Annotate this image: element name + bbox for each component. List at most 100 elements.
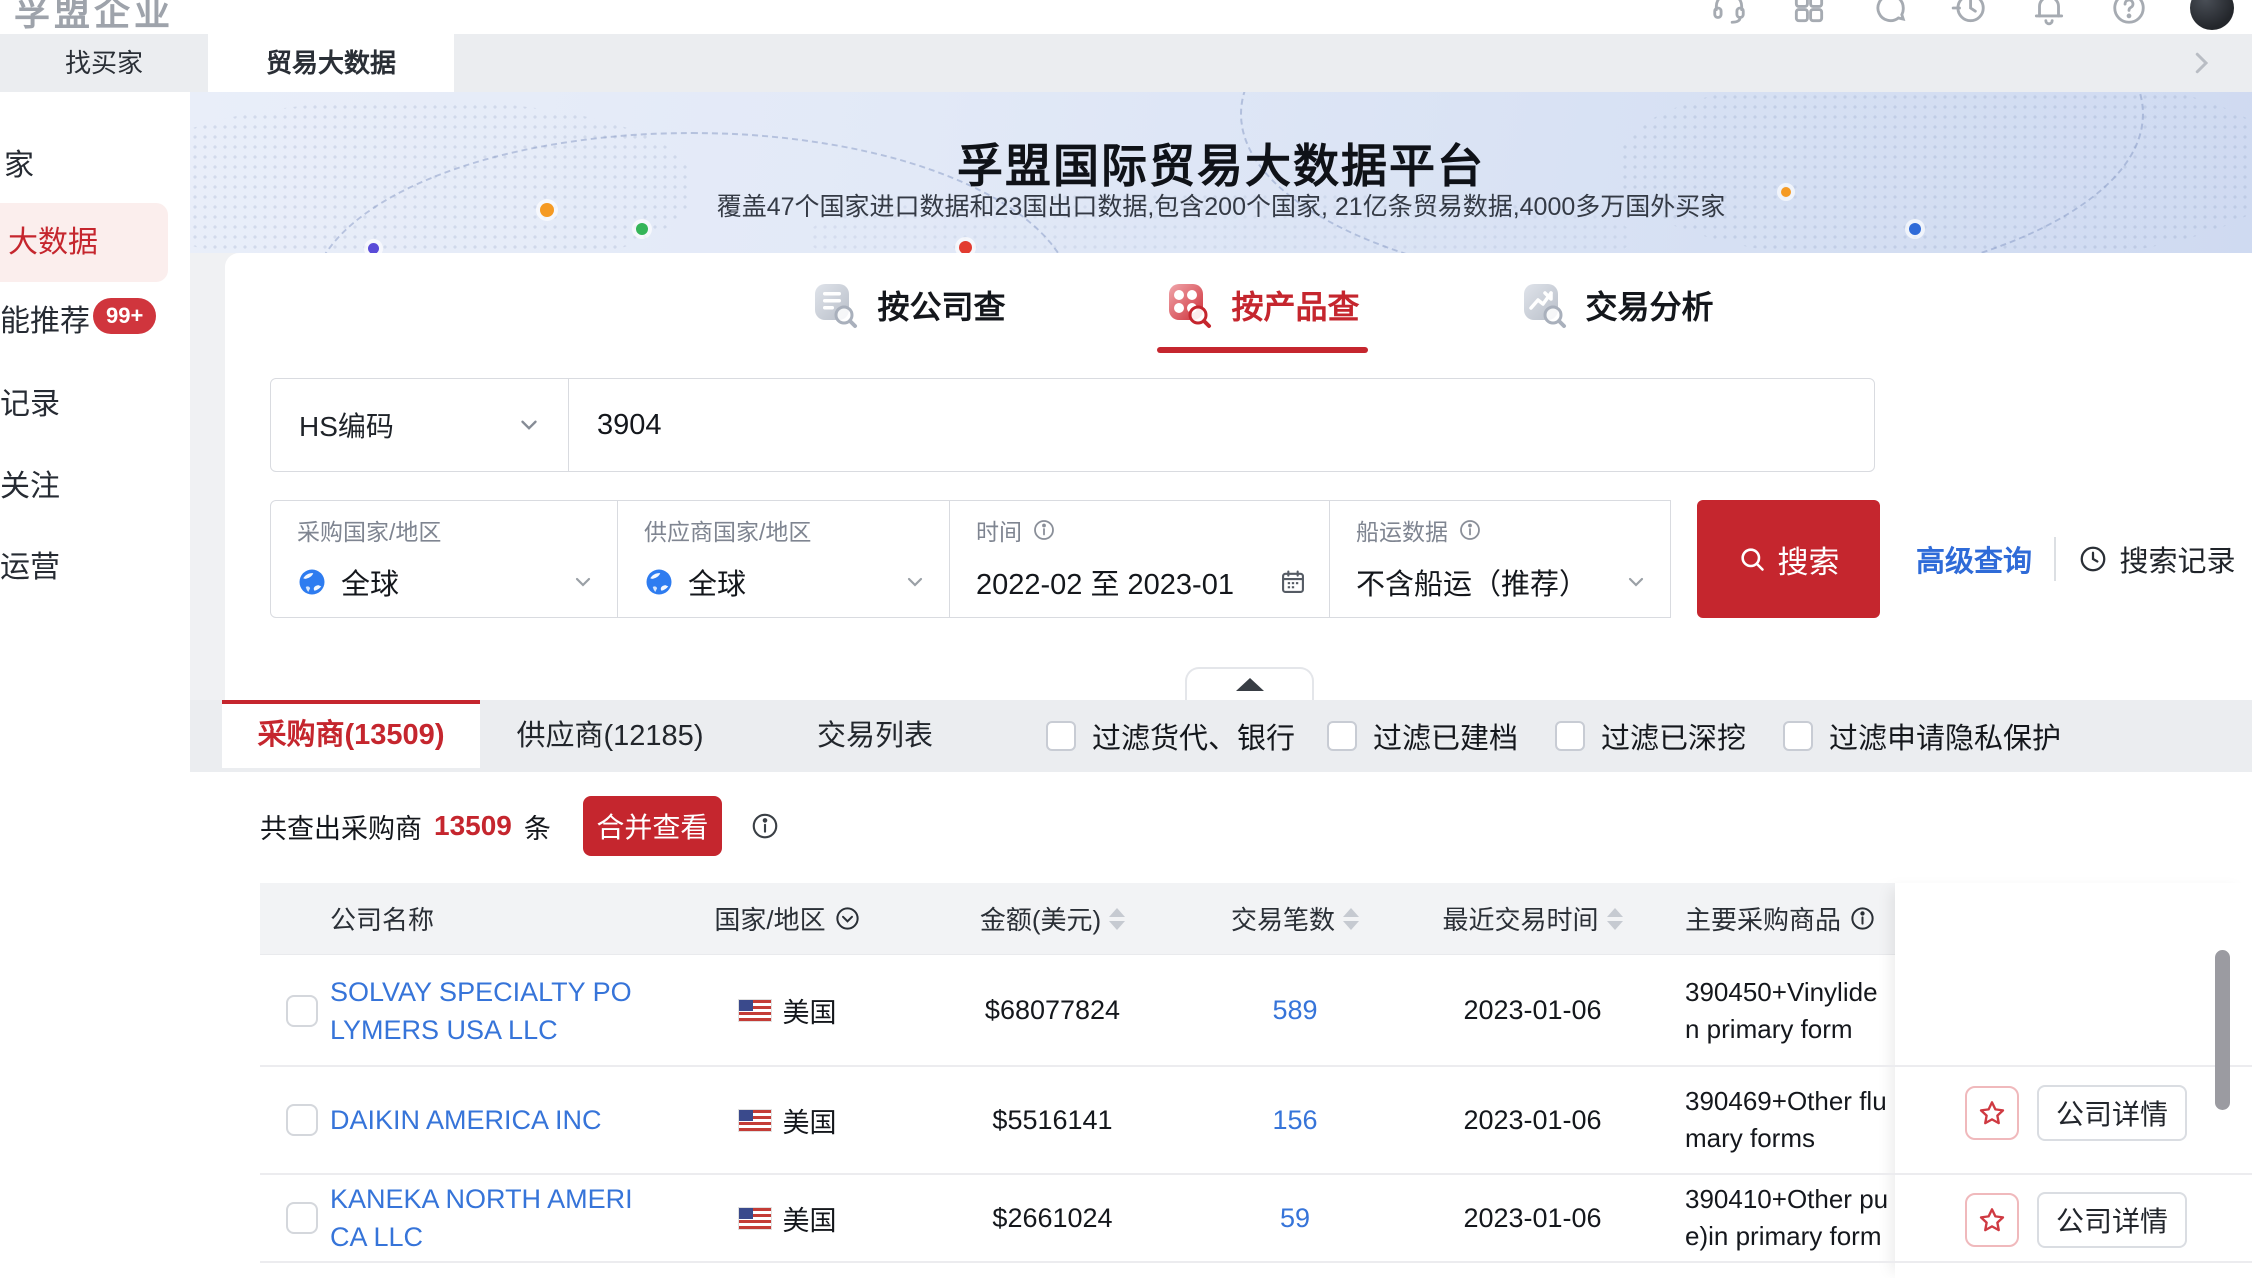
sidebar-item-buyers[interactable]: 家 [4,144,190,188]
search-panel: 按公司查 按产品查 交易分析 HS编码 采购国家/地区 [225,253,2252,700]
hs-code-label: HS编码 [299,405,394,445]
globe-icon [297,567,327,597]
checkbox[interactable] [1555,721,1585,751]
company-detail-button[interactable]: 公司详情 [2037,1085,2187,1141]
help-icon[interactable] [2110,0,2148,27]
favorite-star-button[interactable] [1965,1193,2019,1247]
sidebar: 家 大数据 能推荐 99+ 记录 关注 运营 [0,92,190,1278]
sidebar-item-records[interactable]: 记录 [0,383,190,427]
amount-cell: $5516141 [992,1105,1112,1135]
info-icon[interactable] [1458,518,1482,542]
tab-buyers-results[interactable]: 采购商(13509) [222,700,480,768]
tab-suppliers-results[interactable]: 供应商(12185) [510,700,710,772]
filter-label: 供应商国家/地区 [644,513,811,547]
chevron-down-icon [516,412,542,438]
country-cell: 美国 [739,1101,837,1140]
search-filter-row: 采购国家/地区 全球 供应商国家/地区 全球 时间 [270,500,2236,618]
hs-code-search-row: HS编码 [270,378,1875,472]
page: { "topbar": { "logo": "孚盟企业" }, "tabstri… [0,0,2252,1278]
sidebar-item-follow[interactable]: 关注 [0,465,190,509]
collapse-panel-button[interactable] [1185,667,1314,700]
info-icon[interactable] [1849,905,1876,932]
apps-grid-icon[interactable] [1790,0,1828,27]
topbar: 孚盟企业 [0,0,2252,34]
search-button-label: 搜索 [1778,537,1840,582]
calendar-icon [1279,568,1307,596]
row-checkbox[interactable] [286,995,318,1027]
hs-code-type-select[interactable]: HS编码 [271,379,569,471]
row-checkbox[interactable] [286,1202,318,1234]
row-divider [260,1173,2252,1175]
chat-icon[interactable] [1870,0,1908,27]
active-tab-underline [1157,347,1367,353]
last-trade-date-cell: 2023-01-06 [1463,1203,1601,1233]
checkbox-label: 过滤申请隐私保护 [1829,715,2061,757]
checkbox[interactable] [1327,721,1357,751]
shipping-data-select[interactable]: 船运数据 不含船运（推荐） [1330,500,1671,618]
filter-deep-mined: 过滤已深挖 [1555,700,1746,772]
hs-code-input[interactable] [569,379,1874,471]
sidebar-item-bigdata[interactable]: 大数据 [8,221,190,265]
country-name: 美国 [783,991,837,1030]
info-icon[interactable] [750,811,780,841]
country-name: 美国 [783,1199,837,1238]
tab-search-by-company[interactable]: 按公司查 [811,281,1005,329]
sort-amount[interactable] [1109,908,1125,930]
search-history-link[interactable]: 搜索记录 [2078,538,2236,580]
favorite-star-button[interactable] [1965,1086,2019,1140]
sort-last-trade-date[interactable] [1607,908,1623,930]
history-clock-icon[interactable] [1950,0,1988,27]
deal-count-link[interactable]: 589 [1272,995,1317,1025]
results-body: 共查出采购商 13509 条 合并查看 公司详情 公司详情 公司详情 [190,772,2252,1278]
main-content: 孚盟国际贸易大数据平台 覆盖47个国家进口数据和23国出口数据,包含200个国家… [190,92,2252,1278]
deal-count-link[interactable]: 156 [1272,1105,1317,1135]
checkbox[interactable] [1046,721,1076,751]
vertical-scrollbar-thumb[interactable] [2215,950,2230,1110]
row-divider [260,1261,2252,1263]
summary-count: 13509 [434,810,512,842]
row-actions: 公司详情 [1895,1188,2252,1252]
bell-icon[interactable] [2030,0,2068,27]
search-button[interactable]: 搜索 [1697,500,1880,618]
divider [2054,537,2056,581]
headset-icon[interactable] [1710,0,1748,27]
date-range-value: 2022-02 至 2023-01 [976,561,1265,603]
country-filter-icon[interactable] [834,905,861,932]
date-range-picker[interactable]: 时间 2022-02 至 2023-01 [950,500,1330,618]
search-mode-tabs: 按公司查 按产品查 交易分析 [273,281,2252,329]
checkbox-label: 过滤货代、银行 [1092,715,1295,757]
deal-count-link[interactable]: 59 [1280,1203,1310,1233]
triangle-up-icon [1236,678,1264,691]
company-search-icon [811,281,859,329]
product-search-icon [1165,281,1213,329]
user-avatar[interactable] [2190,0,2234,30]
company-name-link[interactable]: DAIKIN AMERICA INC [330,1101,655,1139]
search-history-label: 搜索记录 [2120,538,2236,580]
buyer-country-select[interactable]: 采购国家/地区 全球 [270,500,618,618]
row-checkbox[interactable] [286,1104,318,1136]
map-marker-red [959,241,972,253]
country-cell: 美国 [739,991,837,1030]
main-products-cell: 390469+Other flu mary forms [1685,1083,1895,1157]
supplier-country-select[interactable]: 供应商国家/地区 全球 [618,500,950,618]
chevron-down-icon [903,570,927,594]
checkbox[interactable] [1783,721,1813,751]
table-row: KANEKA NORTH AMERICA LLC 美国 $2661024 59 … [260,1174,1895,1262]
sidebar-item-operation[interactable]: 运营 [0,546,190,590]
tab-search-by-product[interactable]: 按产品查 [1165,281,1359,329]
company-detail-button[interactable]: 公司详情 [2037,1192,2187,1248]
info-icon[interactable] [1032,518,1056,542]
header-main-products: 主要采购商品 [1660,900,1895,937]
tab-transaction-list[interactable]: 交易列表 [775,700,975,772]
filter-label: 船运数据 [1356,513,1448,547]
tab-trade-analysis[interactable]: 交易分析 [1520,281,1714,329]
clock-icon [2078,544,2108,574]
merge-view-button[interactable]: 合并查看 [583,796,722,856]
tab-find-buyers[interactable]: 找买家 [0,34,208,92]
tab-trade-bigdata[interactable]: 贸易大数据 [208,34,454,92]
sort-deal-count[interactable] [1343,908,1359,930]
chevron-right-icon[interactable] [2186,48,2216,78]
company-name-link[interactable]: SOLVAY SPECIALTY POLYMERS USA LLC [330,973,655,1049]
advanced-query-link[interactable]: 高级查询 [1916,538,2032,580]
company-name-link[interactable]: KANEKA NORTH AMERICA LLC [330,1180,655,1256]
